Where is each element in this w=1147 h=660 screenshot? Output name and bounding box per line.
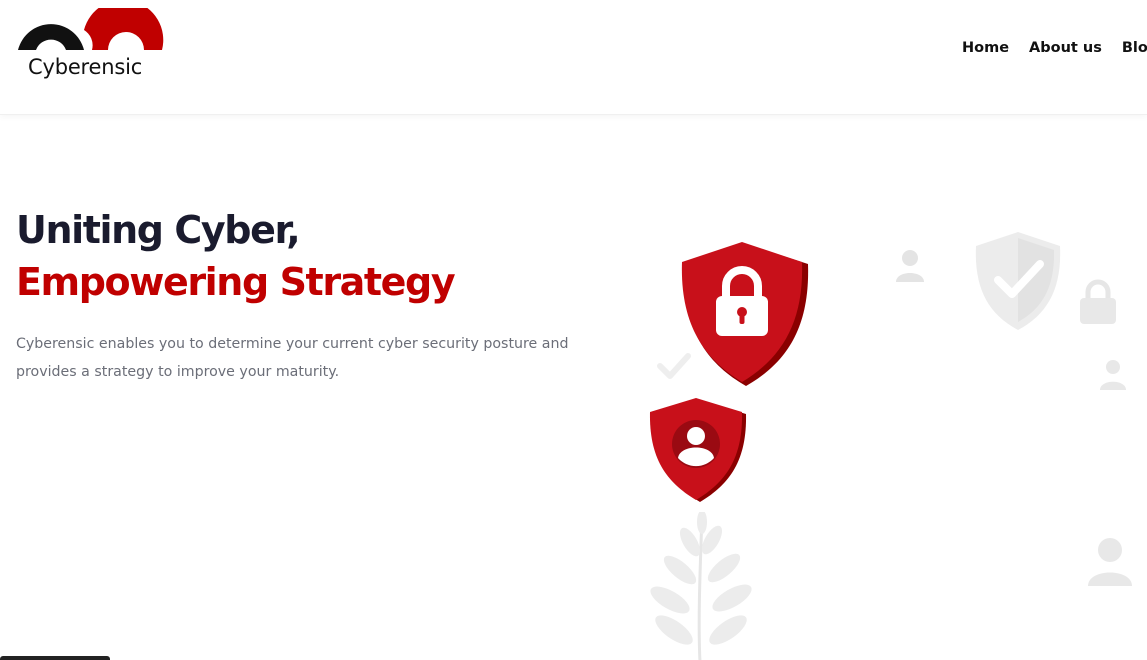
page: Cyberensic Home About us Blog Uniting Cy… <box>0 0 1147 660</box>
logo[interactable]: Cyberensic <box>16 8 166 88</box>
checkmark-shield-icon <box>975 232 1061 330</box>
nav-about-us[interactable]: About us <box>1029 40 1102 56</box>
hero-title-line1: Uniting Cyber, <box>16 208 301 252</box>
hero-title-line2: Empowering Strategy <box>16 260 456 304</box>
bottom-edge-bar <box>0 656 110 660</box>
hero-title: Uniting Cyber, Empowering Strategy <box>16 204 456 308</box>
nav-blog[interactable]: Blog <box>1122 40 1147 56</box>
main-nav: Home About us Blog <box>962 40 1147 56</box>
user-icon <box>896 250 924 282</box>
user-icon <box>1100 360 1126 390</box>
user-icon <box>1088 538 1132 586</box>
user-shield-icon <box>649 398 747 502</box>
padlock-icon <box>1080 279 1116 324</box>
hero-illustration <box>600 200 1147 660</box>
hero-description: Cyberensic enables you to determine your… <box>16 336 569 380</box>
plant-icon <box>650 512 752 660</box>
logo-mark-icon <box>18 8 164 50</box>
padlock-shield-icon <box>681 242 809 386</box>
logo-text: Cyberensic <box>28 55 143 79</box>
nav-home[interactable]: Home <box>962 40 1009 56</box>
site-header: Cyberensic Home About us Blog <box>0 0 1147 115</box>
